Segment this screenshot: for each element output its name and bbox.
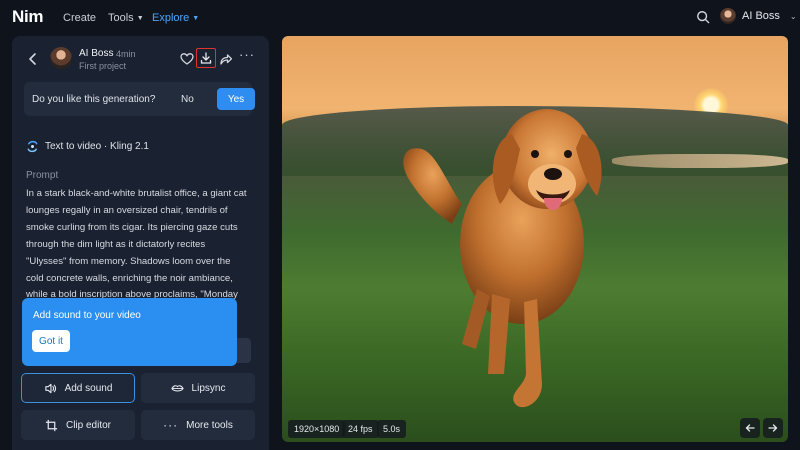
more-tools-label: More tools [186,419,233,431]
clip-editor-label: Clip editor [65,419,112,431]
top-nav: Nim Create Tools ▼ Explore ▼ AI Boss ⌄ [0,0,800,36]
no-button[interactable]: No [181,94,194,105]
nav-explore-label: Explore [152,12,190,24]
yes-button[interactable]: Yes [217,88,255,110]
resolution-badge: 1920×1080 [288,420,346,438]
details-panel: AI Boss 4min First project ··· Do you li… [12,36,269,450]
got-it-button[interactable]: Got it [32,330,70,352]
nav-explore[interactable]: Explore ▼ [152,12,199,24]
panel-header: AI Boss 4min First project ··· [12,36,269,82]
heart-icon[interactable] [180,52,194,66]
project-name[interactable]: First project [79,61,126,71]
post-time: 4min [116,49,136,59]
chevron-down-icon: ▼ [136,14,144,22]
search-icon[interactable] [696,10,710,24]
lipsync-button[interactable]: Lipsync [141,373,255,403]
avatar [720,8,736,24]
author-name[interactable]: AI Boss [79,48,113,59]
add-sound-button[interactable]: Add sound [21,373,135,403]
app-logo[interactable]: Nim [12,7,44,27]
crop-icon [45,419,58,431]
lips-icon [170,384,184,391]
user-name: AI Boss [742,10,780,22]
add-sound-label: Add sound [64,382,113,394]
nav-create-label: Create [63,12,97,24]
callout-text: Add sound to your video [33,310,141,321]
golden-retriever-image [403,109,602,408]
nav-tools[interactable]: Tools ▼ [108,12,144,24]
more-options-icon[interactable]: ··· [239,47,254,62]
nav-tools-label: Tools [108,12,134,24]
arrow-left-icon [745,424,755,432]
generation-mode-label: Text to video · Kling 2.1 [45,141,149,152]
hidden-card-edge [237,338,251,363]
more-dots-icon: ··· [163,418,179,432]
prompt-label: Prompt [26,170,59,181]
speaker-icon [44,383,56,393]
chevron-down-icon: ⌄ [789,11,797,21]
kling-logo-icon [27,140,38,153]
video-preview[interactable]: 1920×1080 24 fps 5.0s [282,36,788,442]
add-sound-callout: Add sound to your video Got it [22,298,237,366]
fps-badge: 24 fps [342,420,379,438]
lipsync-label: Lipsync [191,382,226,394]
user-menu[interactable]: AI Boss ⌄ [720,8,797,24]
share-icon[interactable] [219,52,233,66]
clip-editor-button[interactable]: Clip editor [21,410,135,440]
chevron-down-icon: ▼ [192,14,200,22]
nav-create[interactable]: Create [63,12,96,24]
back-arrow-icon[interactable] [26,52,40,66]
next-button[interactable] [763,418,783,438]
download-button[interactable] [196,48,216,68]
generation-mode: Text to video · Kling 2.1 [26,140,149,153]
download-icon [200,52,212,64]
arrow-right-icon [768,424,778,432]
avatar[interactable] [50,47,72,69]
feedback-question: Do you like this generation? [32,94,156,105]
feedback-card: Do you like this generation? No Yes [24,82,255,116]
more-tools-button[interactable]: ··· More tools [141,410,255,440]
previous-button[interactable] [740,418,760,438]
duration-badge: 5.0s [377,420,407,438]
